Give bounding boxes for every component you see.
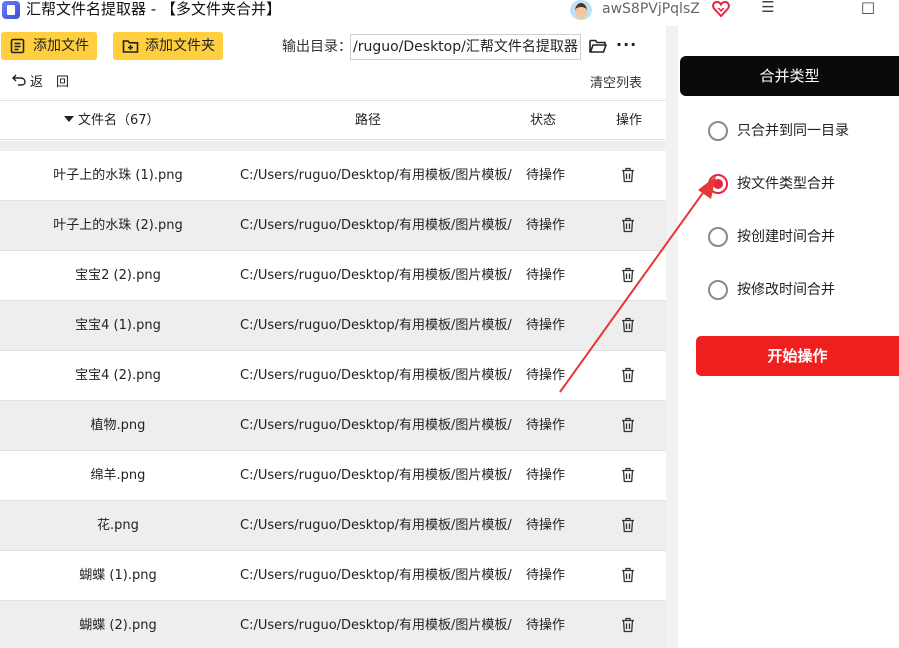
header-filename[interactable]: 文件名（67） (64, 112, 160, 130)
radio-circle[interactable] (708, 121, 728, 141)
radio-by-modified-time[interactable]: 按修改时间合并 (708, 279, 878, 303)
clear-list-button[interactable]: 清空列表 (590, 75, 642, 93)
add-file-label: 添加文件 (33, 38, 89, 54)
vip-heart-icon[interactable] (712, 0, 730, 18)
add-folder-label: 添加文件夹 (145, 38, 215, 54)
row-filename: 叶子上的水珠 (2).png (53, 218, 183, 233)
title-bar: 汇帮文件名提取器 - 【多文件夹合并】 awS8PVjPqlsZ ☰ □ (0, 0, 899, 26)
table-header: 文件名（67） 路径 状态 操作 (0, 100, 666, 140)
row-path: C:/Users/ruguo/Desktop/有用模板/图片模板/ (240, 368, 512, 383)
header-action: 操作 (616, 113, 643, 128)
row-path: C:/Users/ruguo/Desktop/有用模板/图片模板/ (240, 318, 512, 333)
row-status: 待操作 (526, 168, 566, 183)
row-path: C:/Users/ruguo/Desktop/有用模板/图片模板/ (240, 518, 512, 533)
row-status: 待操作 (526, 268, 566, 283)
table-row[interactable]: 叶子上的水珠 (1).png C:/Users/ruguo/Desktop/有用… (0, 151, 666, 201)
radio-same-directory[interactable]: 只合并到同一目录 (708, 120, 878, 144)
row-status: 待操作 (526, 318, 566, 333)
header-status: 状态 (530, 113, 557, 128)
row-filename: 花.png (97, 518, 139, 533)
trash-icon[interactable] (621, 567, 635, 583)
trash-icon[interactable] (621, 517, 635, 533)
radio-by-file-type[interactable]: 按文件类型合并 (708, 173, 878, 197)
row-filename: 宝宝2 (2).png (75, 268, 161, 283)
row-filename: 叶子上的水珠 (1).png (53, 168, 183, 183)
table-row[interactable]: 宝宝4 (2).png C:/Users/ruguo/Desktop/有用模板/… (0, 351, 666, 401)
output-dir-input[interactable]: /ruguo/Desktop/汇帮文件名提取器 (350, 34, 581, 60)
table-row[interactable]: 绵羊.png C:/Users/ruguo/Desktop/有用模板/图片模板/… (0, 451, 666, 501)
row-status: 待操作 (526, 468, 566, 483)
trash-icon[interactable] (621, 317, 635, 333)
row-status: 待操作 (526, 218, 566, 233)
user-avatar[interactable] (570, 0, 592, 20)
row-path: C:/Users/ruguo/Desktop/有用模板/图片模板/ (240, 268, 512, 283)
window-title: 汇帮文件名提取器 - 【多文件夹合并】 (26, 0, 281, 18)
main-panel: 添加文件 添加文件夹 输出目录： /ruguo/Desktop/汇帮文件名提取器… (0, 26, 666, 648)
user-name[interactable]: awS8PVjPqlsZ (602, 0, 700, 18)
table-row[interactable]: 宝宝2 (2).png C:/Users/ruguo/Desktop/有用模板/… (0, 251, 666, 301)
row-path: C:/Users/ruguo/Desktop/有用模板/图片模板/ (240, 168, 512, 183)
table-row[interactable]: 植物.png C:/Users/ruguo/Desktop/有用模板/图片模板/… (0, 401, 666, 451)
table-row[interactable]: 花.png C:/Users/ruguo/Desktop/有用模板/图片模板/ … (0, 501, 666, 551)
back-button[interactable]: 返 回 (12, 74, 69, 92)
merge-type-title: 合并类型 (680, 56, 899, 96)
folder-open-icon[interactable] (589, 38, 607, 54)
table-scroll-gap (0, 141, 666, 151)
header-filename-label: 文件名（67） (78, 113, 160, 128)
row-path: C:/Users/ruguo/Desktop/有用模板/图片模板/ (240, 418, 512, 433)
back-label: 返 回 (30, 75, 70, 90)
row-path: C:/Users/ruguo/Desktop/有用模板/图片模板/ (240, 618, 512, 633)
trash-icon[interactable] (621, 617, 635, 633)
sort-desc-icon (64, 116, 74, 122)
header-path: 路径 (355, 113, 382, 128)
table-row[interactable]: 叶子上的水珠 (2).png C:/Users/ruguo/Desktop/有用… (0, 201, 666, 251)
add-file-button[interactable]: 添加文件 (1, 32, 97, 60)
row-status: 待操作 (526, 618, 566, 633)
row-filename: 蝴蝶 (2).png (79, 618, 157, 633)
row-status: 待操作 (526, 418, 566, 433)
row-status: 待操作 (526, 368, 566, 383)
trash-icon[interactable] (621, 417, 635, 433)
add-folder-button[interactable]: 添加文件夹 (113, 32, 223, 60)
radio-label: 按文件类型合并 (737, 176, 835, 192)
trash-icon[interactable] (621, 217, 635, 233)
row-path: C:/Users/ruguo/Desktop/有用模板/图片模板/ (240, 218, 512, 233)
back-arrow-icon (12, 74, 26, 86)
maximize-icon[interactable]: □ (857, 0, 879, 18)
add-file-icon (10, 38, 25, 54)
radio-label: 按修改时间合并 (737, 282, 835, 298)
add-folder-icon (122, 40, 139, 53)
more-options-icon[interactable]: ··· (616, 36, 637, 54)
row-filename: 蝴蝶 (1).png (79, 568, 157, 583)
trash-icon[interactable] (621, 267, 635, 283)
trash-icon[interactable] (621, 167, 635, 183)
radio-label: 按创建时间合并 (737, 229, 835, 245)
app-logo-icon (2, 1, 20, 19)
merge-type-panel: 合并类型 只合并到同一目录 按文件类型合并 按创建时间合并 按修改时间合并 开始… (678, 26, 899, 648)
radio-circle[interactable] (708, 227, 728, 247)
row-status: 待操作 (526, 568, 566, 583)
trash-icon[interactable] (621, 467, 635, 483)
row-path: C:/Users/ruguo/Desktop/有用模板/图片模板/ (240, 568, 512, 583)
output-dir-label: 输出目录： (282, 39, 352, 55)
row-filename: 绵羊.png (90, 468, 146, 483)
radio-circle-selected[interactable] (708, 174, 728, 194)
row-filename: 宝宝4 (1).png (75, 318, 161, 333)
radio-label: 只合并到同一目录 (737, 123, 849, 139)
row-filename: 植物.png (90, 418, 146, 433)
row-filename: 宝宝4 (2).png (75, 368, 161, 383)
radio-by-created-time[interactable]: 按创建时间合并 (708, 226, 878, 250)
file-table-body: 叶子上的水珠 (1).png C:/Users/ruguo/Desktop/有用… (0, 151, 666, 648)
start-button[interactable]: 开始操作 (696, 336, 899, 376)
table-row[interactable]: 蝴蝶 (1).png C:/Users/ruguo/Desktop/有用模板/图… (0, 551, 666, 601)
table-row[interactable]: 蝴蝶 (2).png C:/Users/ruguo/Desktop/有用模板/图… (0, 601, 666, 648)
row-path: C:/Users/ruguo/Desktop/有用模板/图片模板/ (240, 468, 512, 483)
table-row[interactable]: 宝宝4 (1).png C:/Users/ruguo/Desktop/有用模板/… (0, 301, 666, 351)
radio-circle[interactable] (708, 280, 728, 300)
menu-icon[interactable]: ☰ (757, 0, 779, 18)
row-status: 待操作 (526, 518, 566, 533)
trash-icon[interactable] (621, 367, 635, 383)
